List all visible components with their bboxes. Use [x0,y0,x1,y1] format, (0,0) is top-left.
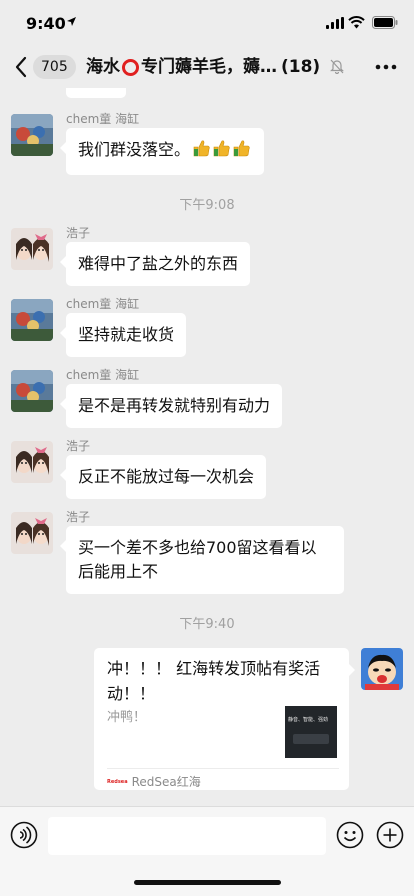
link-card[interactable]: 冲！！！ 红海转发顶帖有奖活动！！ 冲鸭！ 静音、智能、强劲 Redsea Re… [94,648,355,790]
more-options-icon[interactable] [374,56,398,78]
sender-name: chem童 海缸 [66,112,140,126]
avatar-photo-chem [11,299,53,341]
message-bubble[interactable]: 坚持就走收货 [59,313,187,357]
red-circle-icon [122,58,139,76]
thumbs-up-icons [192,138,252,165]
time-divider: 下午9:40 [179,617,235,632]
message-bubble[interactable]: 反正不能放过每一次机会 [59,455,267,499]
message-text: 难得中了盐之外的东西 [78,254,239,273]
plus-icon[interactable] [376,821,404,849]
back-arrow-icon[interactable] [14,56,28,78]
home-indicator [134,880,281,885]
location-arrow-icon [67,17,76,26]
message-text: 我们群没落空。 [78,140,191,159]
device-image [293,734,329,744]
avatar[interactable] [11,228,53,270]
link-card-description: 冲鸭！ [107,710,147,725]
avatar[interactable] [11,512,53,554]
message-text: 反正不能放过每一次机会 [78,467,255,486]
avatar-cartoon-boy [361,648,403,690]
avatar[interactable] [11,370,53,412]
sender-name: 浩子 [66,439,91,453]
message-bubble[interactable]: 买一个差不多也给700留这看看以后能用上不 [60,526,344,594]
battery-icon [372,16,398,29]
link-card-divider [107,768,339,769]
avatar-photo-chem [11,114,53,156]
avatar-photo-haozi [11,512,53,554]
unread-count-badge[interactable]: 705 [33,55,76,79]
voice-input-icon[interactable] [10,821,38,849]
mute-bell-icon [330,59,344,74]
link-card-title: 冲！！！ 红海转发顶帖有奖活动！！ [107,659,321,703]
chat-title-suffix: 专门薅羊毛，薅… [141,57,277,77]
link-card-source-name: RedSea红海 [131,775,201,789]
status-time: 9:40 [26,14,66,33]
sender-name: 浩子 [66,510,91,524]
sender-name: 浩子 [66,226,91,240]
avatar[interactable] [11,114,53,156]
self-avatar[interactable] [361,648,403,690]
link-card-source: Redsea RedSea红海 [107,773,201,790]
message-bubble[interactable]: 是不是再转发就特别有动力 [59,384,283,428]
thumbnail-caption: 静音、智能、强劲 [288,717,329,723]
message-list[interactable]: chem童 海缸 我们群没落空。 下午9:08 浩子 难得中了盐之外的东西 ch… [0,88,414,806]
redsea-logo: Redsea [107,778,128,785]
avatar-photo-chem [11,370,53,412]
chat-title-prefix: 海水 [86,57,120,77]
message-text: 坚持就走收货 [78,325,175,344]
message-text: 是不是再转发就特别有动力 [78,396,271,415]
signal-icon [326,17,344,29]
avatar[interactable] [11,299,53,341]
message-bubble[interactable]: 难得中了盐之外的东西 [59,242,251,286]
message-bubble[interactable]: 我们群没落空。 [59,128,265,175]
status-bar: 9:40 [0,0,414,46]
chat-title[interactable]: 海水 专门薅羊毛，薅… (18) [86,55,332,79]
link-card-thumbnail: 静音、智能、强劲 [285,706,337,758]
wifi-icon [348,16,365,29]
time-divider: 下午9:08 [179,198,235,213]
sender-name: chem童 海缸 [66,297,140,311]
avatar[interactable] [11,441,53,483]
previous-message-bubble [66,88,126,98]
chat-header: 705 海水 专门薅羊毛，薅… (18) [0,46,414,88]
sender-name: chem童 海缸 [66,368,140,382]
message-text: 买一个差不多也给700留这看看以后能用上不 [78,538,317,581]
avatar-photo-haozi [11,441,53,483]
message-input[interactable] [48,817,326,855]
member-count: (18) [281,57,321,77]
avatar-photo-haozi [11,228,53,270]
emoji-icon[interactable] [336,821,364,849]
